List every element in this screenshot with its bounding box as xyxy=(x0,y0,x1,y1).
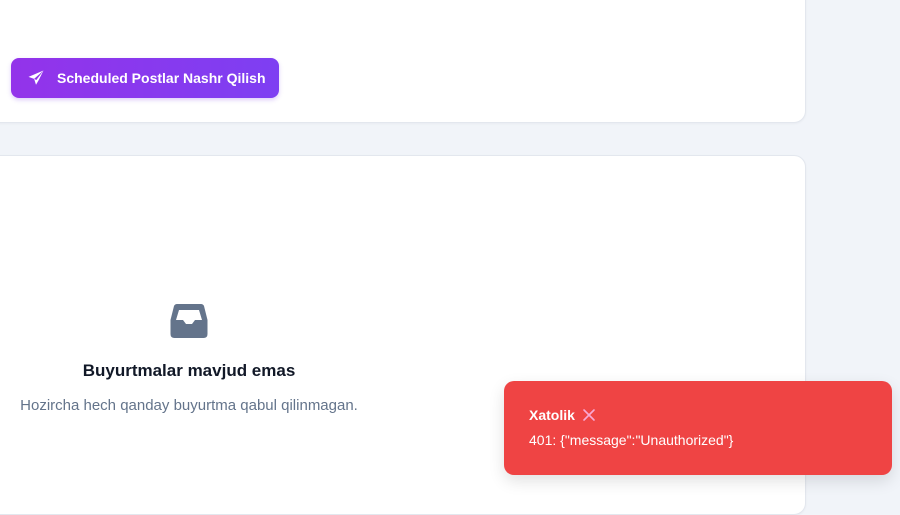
toast-message: 401: {"message":"Unauthorized"} xyxy=(529,432,734,448)
inbox-icon xyxy=(170,303,208,339)
empty-state-title: Buyurtmalar mavjud emas xyxy=(82,361,296,380)
publish-scheduled-posts-button[interactable]: Scheduled Postlar Nashr Qilish xyxy=(11,58,279,98)
toast-header: Xatolik xyxy=(529,407,596,423)
close-icon[interactable] xyxy=(582,408,596,422)
toast-title: Xatolik xyxy=(529,407,575,423)
empty-state-subtitle: Hozircha hech qanday buyurtma qabul qili… xyxy=(20,397,358,414)
publish-button-label: Scheduled Postlar Nashr Qilish xyxy=(57,70,266,86)
paper-plane-icon xyxy=(27,69,45,87)
error-toast: Xatolik 401: {"message":"Unauthorized"} xyxy=(504,381,892,475)
